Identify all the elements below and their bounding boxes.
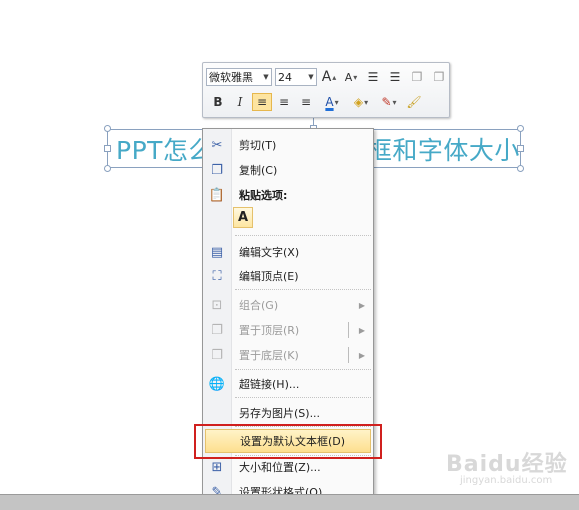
font-name-combo[interactable]: 微软雅黑 ▼ — [206, 68, 272, 86]
menu-item-label: 编辑文字(X) — [239, 246, 300, 259]
decrease-indent-icon: ☰ — [367, 70, 379, 84]
shrink-font-button[interactable]: A ▾ — [341, 68, 361, 86]
menu-item-save-as-picture[interactable]: 另存为图片(S)... — [205, 401, 371, 425]
menu-item-hyperlink[interactable]: 🌐 超链接(H)... — [205, 372, 371, 396]
chevron-down-icon[interactable]: ▼ — [306, 73, 316, 81]
resize-handle-middle-left[interactable] — [104, 145, 111, 152]
align-center-button[interactable]: ≡ — [274, 93, 294, 111]
increase-indent-icon: ☰ — [389, 70, 401, 84]
menu-item-label: 另存为图片(S)... — [239, 407, 321, 420]
submenu-arrow-icon: ▶ — [358, 350, 365, 360]
menu-item-edit-text[interactable]: ▤ 编辑文字(X) — [205, 240, 371, 264]
watermark-url: jingyan.baidu.com — [460, 475, 553, 486]
brush-icon: 🖌 — [406, 95, 422, 109]
menu-item-label: 置于底层(K) — [239, 349, 299, 362]
chevron-down-icon[interactable]: ▼ — [261, 73, 271, 81]
menu-item-edit-points[interactable]: ⛶ 编辑顶点(E) — [205, 264, 371, 288]
bold-button[interactable]: B — [208, 93, 228, 111]
watermark-logo: Baidu经验 — [446, 452, 568, 477]
font-color-icon: A — [325, 95, 334, 109]
window-bottom-edge — [0, 494, 579, 510]
font-size-combo[interactable]: 24 ▼ — [275, 68, 317, 86]
mini-toolbar: 微软雅黑 ▼ 24 ▼ A ▴ A ▾ ☰ ☰ ❐ ❐ B I ≡ ≡ ≡ A ▾ ◈… — [202, 62, 450, 118]
grow-font-button[interactable]: A ▴ — [319, 68, 339, 86]
italic-icon: I — [237, 95, 243, 109]
font-color-button[interactable]: A ▾ — [318, 93, 346, 111]
align-right-icon: ≡ — [300, 95, 312, 109]
decrease-indent-button[interactable]: ☰ — [363, 68, 383, 86]
menu-item-label: 置于顶层(R) — [239, 324, 300, 337]
font-name-value: 微软雅黑 — [209, 71, 253, 84]
scissors-icon: ✂ — [211, 137, 223, 153]
align-left-icon: ≡ — [256, 95, 268, 109]
size-position-icon: ⊞ — [211, 459, 223, 475]
align-right-button[interactable]: ≡ — [296, 93, 316, 111]
send-backward-button[interactable]: ❐ — [429, 68, 449, 86]
split-divider — [348, 322, 349, 338]
menu-separator — [235, 397, 371, 398]
menu-item-send-to-back[interactable]: ❐ 置于底层(K) ▶ — [205, 343, 371, 367]
menu-item-cut[interactable]: ✂ 剪切(T) — [205, 133, 371, 157]
edit-text-icon: ▤ — [210, 244, 224, 260]
menu-item-label: 编辑顶点(E) — [239, 270, 299, 283]
edit-points-icon: ⛶ — [212, 268, 222, 284]
format-painter-button[interactable]: 🖌 — [404, 93, 424, 111]
bold-icon: B — [213, 95, 223, 109]
resize-handle-top-left[interactable] — [104, 125, 111, 132]
menu-item-label: 超链接(H)... — [239, 378, 300, 391]
layers-icon: ❐ — [433, 70, 445, 84]
group-icon: ⊡ — [211, 297, 223, 313]
paint-bucket-icon: ◈ — [353, 95, 364, 109]
menu-item-label: 复制(C) — [239, 164, 278, 177]
menu-item-paste-options: 📋 粘贴选项: — [205, 183, 371, 207]
font-size-value: 24 — [278, 70, 292, 84]
pen-icon: ✎ — [381, 95, 392, 109]
menu-separator — [235, 289, 371, 290]
menu-separator — [235, 369, 371, 370]
resize-handle-bottom-left[interactable] — [104, 165, 111, 172]
bring-to-front-icon: ❐ — [211, 322, 223, 338]
menu-item-bring-to-front[interactable]: ❐ 置于顶层(R) ▶ — [205, 318, 371, 342]
paste-keep-text-only-button[interactable]: A — [233, 207, 253, 228]
menu-item-label: 剪切(T) — [239, 139, 277, 152]
menu-item-label: 组合(G) — [239, 299, 279, 312]
menu-item-group[interactable]: ⊡ 组合(G) ▶ — [205, 293, 371, 317]
shrink-font-icon: A — [344, 70, 353, 84]
menu-item-label: 大小和位置(Z)... — [239, 461, 321, 474]
align-left-button[interactable]: ≡ — [252, 93, 272, 111]
fill-color-button[interactable]: ◈ ▾ — [348, 93, 374, 111]
copy-icon: ❐ — [211, 162, 223, 178]
menu-item-label: 粘贴选项: — [239, 189, 288, 202]
menu-item-copy[interactable]: ❐ 复制(C) — [205, 158, 371, 182]
grow-font-icon: A — [321, 69, 332, 85]
annotation-highlight-box — [194, 424, 382, 459]
bring-forward-button[interactable]: ❐ — [407, 68, 427, 86]
send-to-back-icon: ❐ — [211, 347, 223, 363]
split-divider — [348, 347, 349, 363]
menu-separator — [235, 235, 371, 236]
submenu-arrow-icon: ▶ — [358, 325, 365, 335]
line-color-button[interactable]: ✎ ▾ — [376, 93, 402, 111]
layers-icon: ❐ — [411, 70, 423, 84]
increase-indent-button[interactable]: ☰ — [385, 68, 405, 86]
italic-button[interactable]: I — [230, 93, 250, 111]
hyperlink-icon: 🌐 — [208, 376, 226, 392]
submenu-arrow-icon: ▶ — [358, 300, 365, 310]
align-center-icon: ≡ — [278, 95, 290, 109]
clipboard-icon: 📋 — [208, 187, 226, 203]
